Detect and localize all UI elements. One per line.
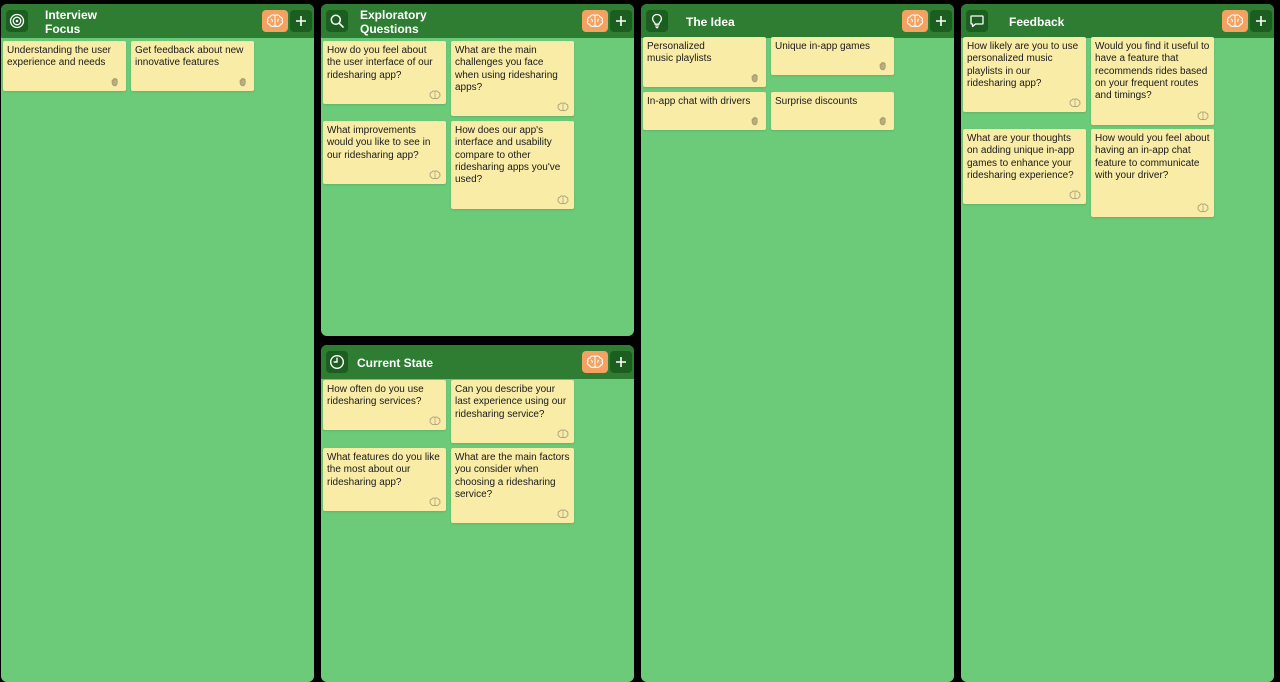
sticky-note[interactable]: What are the main factors you consider w… (451, 448, 574, 523)
ai-brain-button[interactable] (582, 10, 608, 32)
search-icon[interactable] (326, 10, 348, 32)
brain-icon[interactable] (557, 509, 569, 519)
brain-icon[interactable] (557, 429, 569, 439)
sticky-note[interactable]: What are your thoughts on adding unique … (963, 129, 1086, 204)
sticky-note[interactable]: Understanding the user experience and ne… (3, 41, 126, 91)
sticky-note[interactable]: How would you feel about having an in-ap… (1091, 129, 1214, 217)
sticky-note[interactable]: How often do you use ridesharing service… (323, 380, 446, 430)
note-text: How does our app's interface and usabili… (455, 125, 561, 186)
add-note-button[interactable] (1250, 10, 1272, 32)
ai-brain-button[interactable] (902, 10, 928, 32)
note-text: In-app chat with drivers (647, 96, 751, 107)
brain-icon[interactable] (429, 90, 441, 100)
speech-bubble-icon[interactable] (966, 10, 988, 32)
brain-icon[interactable] (1069, 98, 1081, 108)
panel-title: Exploratory Questions (360, 8, 427, 36)
hand-icon[interactable] (749, 73, 761, 83)
brain-icon[interactable] (1197, 203, 1209, 213)
note-text: How often do you use ridesharing service… (327, 384, 424, 408)
sticky-note[interactable]: How do you feel about the user interface… (323, 41, 446, 104)
panel-header: The Idea (641, 4, 954, 38)
brain-icon[interactable] (1069, 190, 1081, 200)
add-note-button[interactable] (610, 351, 632, 373)
sticky-note[interactable]: Unique in-app games (771, 37, 894, 75)
hand-icon[interactable] (237, 77, 249, 87)
panel-header: Exploratory Questions (321, 4, 634, 38)
note-text: Would you find it useful to have a featu… (1095, 41, 1210, 102)
sticky-note[interactable]: In-app chat with drivers (643, 92, 766, 130)
sticky-note[interactable]: Can you describe your last experience us… (451, 380, 574, 443)
sticky-note[interactable]: What are the main challenges you face wh… (451, 41, 574, 116)
brain-icon[interactable] (557, 195, 569, 205)
panel-header: Interview Focus (1, 4, 314, 38)
panel-interview-focus: Interview Focus Understanding the user e… (1, 4, 314, 682)
panel-feedback: Feedback How likely are you to use perso… (961, 4, 1274, 682)
note-text: What are your thoughts on adding unique … (967, 133, 1075, 181)
note-text: Surprise discounts (775, 96, 858, 107)
sticky-note[interactable]: What features do you like the most about… (323, 448, 446, 511)
panel-the-idea: The Idea Personalized music playlists Un… (641, 4, 954, 682)
ai-brain-button[interactable] (262, 10, 288, 32)
clock-icon[interactable] (326, 351, 348, 373)
hand-icon[interactable] (109, 77, 121, 87)
note-text: Unique in-app games (775, 41, 871, 52)
note-text: What improvements would you like to see … (327, 125, 431, 161)
hand-icon[interactable] (877, 116, 889, 126)
note-text: Understanding the user experience and ne… (7, 45, 111, 69)
sticky-note[interactable]: Would you find it useful to have a featu… (1091, 37, 1214, 125)
panel-title: Interview Focus (45, 8, 98, 36)
ai-brain-button[interactable] (582, 351, 608, 373)
sticky-note[interactable]: How does our app's interface and usabili… (451, 121, 574, 209)
hand-icon[interactable] (877, 61, 889, 71)
panel-title: Current State (357, 356, 434, 370)
add-note-button[interactable] (610, 10, 632, 32)
target-icon[interactable] (6, 10, 28, 32)
sticky-note[interactable]: What improvements would you like to see … (323, 121, 446, 184)
brain-icon[interactable] (557, 102, 569, 112)
note-text: What are the main challenges you face wh… (455, 45, 558, 93)
panel-title: Feedback (1009, 15, 1065, 29)
sticky-note[interactable]: How likely are you to use personalized m… (963, 37, 1086, 112)
sticky-note[interactable]: Personalized music playlists (643, 37, 766, 87)
panel-exploratory-questions: Exploratory Questions How do you feel ab… (321, 4, 634, 336)
sticky-note[interactable]: Get feedback about new innovative featur… (131, 41, 254, 91)
add-note-button[interactable] (930, 10, 952, 32)
sticky-note[interactable]: Surprise discounts (771, 92, 894, 130)
add-note-button[interactable] (290, 10, 312, 32)
note-text: How do you feel about the user interface… (327, 45, 433, 81)
note-text: What features do you like the most about… (327, 452, 440, 488)
note-text: Can you describe your last experience us… (455, 384, 567, 420)
note-text: How would you feel about having an in-ap… (1095, 133, 1210, 181)
note-text: How likely are you to use personalized m… (967, 41, 1079, 89)
brain-icon[interactable] (429, 170, 441, 180)
brain-icon[interactable] (1197, 111, 1209, 121)
brain-icon[interactable] (429, 497, 441, 507)
brain-icon[interactable] (429, 416, 441, 426)
panel-title: The Idea (686, 15, 735, 29)
panel-current-state: Current State How often do you use rides… (321, 345, 634, 682)
lightbulb-icon[interactable] (646, 10, 668, 32)
note-text: What are the main factors you consider w… (455, 452, 570, 500)
hand-icon[interactable] (749, 116, 761, 126)
panel-header: Feedback (961, 4, 1274, 38)
note-text: Get feedback about new innovative featur… (135, 45, 244, 69)
panel-header: Current State (321, 345, 634, 379)
ai-brain-button[interactable] (1222, 10, 1248, 32)
note-text: Personalized music playlists (647, 41, 712, 65)
